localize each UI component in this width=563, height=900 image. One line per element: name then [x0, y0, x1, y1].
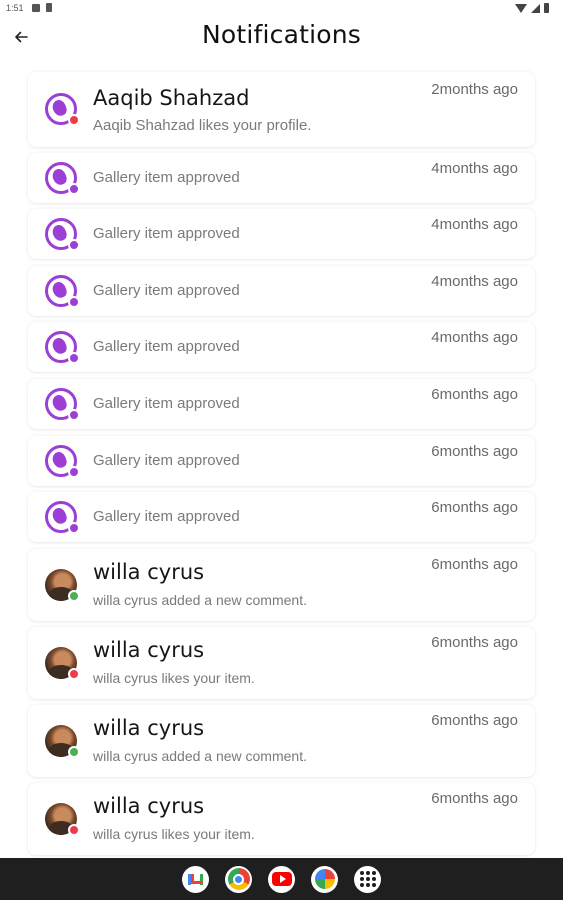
notification-item[interactable]: Gallery item approved 6months ago: [28, 492, 535, 542]
app-logo-icon: [45, 93, 80, 126]
notification-title: willa cyrus: [93, 638, 205, 662]
notification-message: Gallery item approved: [93, 225, 240, 242]
user-avatar: [45, 803, 80, 836]
wifi-icon: [515, 3, 527, 13]
notification-item[interactable]: Gallery item approved 4months ago: [28, 209, 535, 259]
notification-message: Gallery item approved: [93, 452, 240, 469]
notification-time: 6months ago: [431, 712, 518, 729]
notification-item[interactable]: Gallery item approved 4months ago: [28, 153, 535, 203]
notification-message: Gallery item approved: [93, 282, 240, 299]
check-badge-icon: [68, 183, 80, 195]
app-logo-icon: [45, 331, 80, 364]
photos-icon[interactable]: [311, 865, 338, 893]
status-indicators: [515, 3, 549, 13]
notification-time: 4months ago: [431, 216, 518, 233]
notification-icon: [32, 4, 40, 12]
notification-item[interactable]: willa cyrus willa cyrus added a new comm…: [28, 705, 535, 777]
heart-badge-icon: [68, 824, 80, 836]
notification-time: 4months ago: [431, 160, 518, 177]
status-bar: 1:51: [0, 0, 563, 18]
app-bar: Notifications: [0, 18, 563, 58]
app-logo-icon: [45, 445, 80, 478]
app-logo-icon: [45, 218, 80, 251]
heart-badge-icon: [68, 114, 80, 126]
notification-time: 6months ago: [431, 556, 518, 573]
app-logo-icon: [45, 275, 80, 308]
notification-time: 2months ago: [431, 81, 518, 98]
notification-item[interactable]: willa cyrus willa cyrus likes your item.…: [28, 783, 535, 855]
notification-time: 6months ago: [431, 386, 518, 403]
system-nav-bar: [0, 858, 563, 900]
notification-item[interactable]: willa cyrus willa cyrus likes your item.…: [28, 627, 535, 699]
notification-title: willa cyrus: [93, 716, 205, 740]
check-badge-icon: [68, 239, 80, 251]
notification-item[interactable]: willa cyrus willa cyrus added a new comm…: [28, 549, 535, 621]
notification-time: 4months ago: [431, 329, 518, 346]
notification-message: Gallery item approved: [93, 169, 240, 186]
check-badge-icon: [68, 352, 80, 364]
notification-item[interactable]: Gallery item approved 6months ago: [28, 379, 535, 429]
check-badge-icon: [68, 296, 80, 308]
comment-badge-icon: [68, 746, 80, 758]
app-logo-icon: [45, 162, 80, 195]
status-time: 1:51: [6, 3, 24, 13]
user-avatar: [45, 569, 80, 602]
heart-badge-icon: [68, 668, 80, 680]
notification-time: 4months ago: [431, 273, 518, 290]
user-avatar: [45, 647, 80, 680]
notification-message: Gallery item approved: [93, 338, 240, 355]
comment-badge-icon: [68, 590, 80, 602]
notification-time: 6months ago: [431, 443, 518, 460]
notification-message: willa cyrus added a new comment.: [93, 748, 307, 764]
app-drawer-icon[interactable]: [354, 865, 381, 893]
notification-message: Gallery item approved: [93, 395, 240, 412]
notification-message: willa cyrus added a new comment.: [93, 592, 307, 608]
notification-item[interactable]: Gallery item approved 4months ago: [28, 322, 535, 372]
user-avatar: [45, 725, 80, 758]
notification-item[interactable]: Aaqib Shahzad Aaqib Shahzad likes your p…: [28, 72, 535, 147]
notification-time: 6months ago: [431, 499, 518, 516]
check-badge-icon: [68, 466, 80, 478]
gmail-icon[interactable]: [182, 865, 209, 893]
sim-card-icon: [46, 3, 52, 12]
notification-message: Aaqib Shahzad likes your profile.: [93, 117, 312, 134]
check-badge-icon: [68, 522, 80, 534]
notification-time: 6months ago: [431, 790, 518, 807]
app-logo-icon: [45, 388, 80, 421]
battery-icon: [544, 3, 549, 13]
notification-title: willa cyrus: [93, 794, 205, 818]
chrome-icon[interactable]: [225, 865, 252, 893]
page-title: Notifications: [201, 20, 362, 49]
check-badge-icon: [68, 409, 80, 421]
notification-title: willa cyrus: [93, 560, 205, 584]
youtube-icon[interactable]: [268, 865, 295, 893]
signal-icon: [531, 3, 540, 13]
notification-message: Gallery item approved: [93, 508, 240, 525]
notification-item[interactable]: Gallery item approved 6months ago: [28, 436, 535, 486]
notification-item[interactable]: Gallery item approved 4months ago: [28, 266, 535, 316]
notification-message: willa cyrus likes your item.: [93, 670, 255, 686]
notification-time: 6months ago: [431, 634, 518, 651]
notification-title: Aaqib Shahzad: [93, 86, 250, 110]
notification-message: willa cyrus likes your item.: [93, 826, 255, 842]
app-logo-icon: [45, 501, 80, 534]
